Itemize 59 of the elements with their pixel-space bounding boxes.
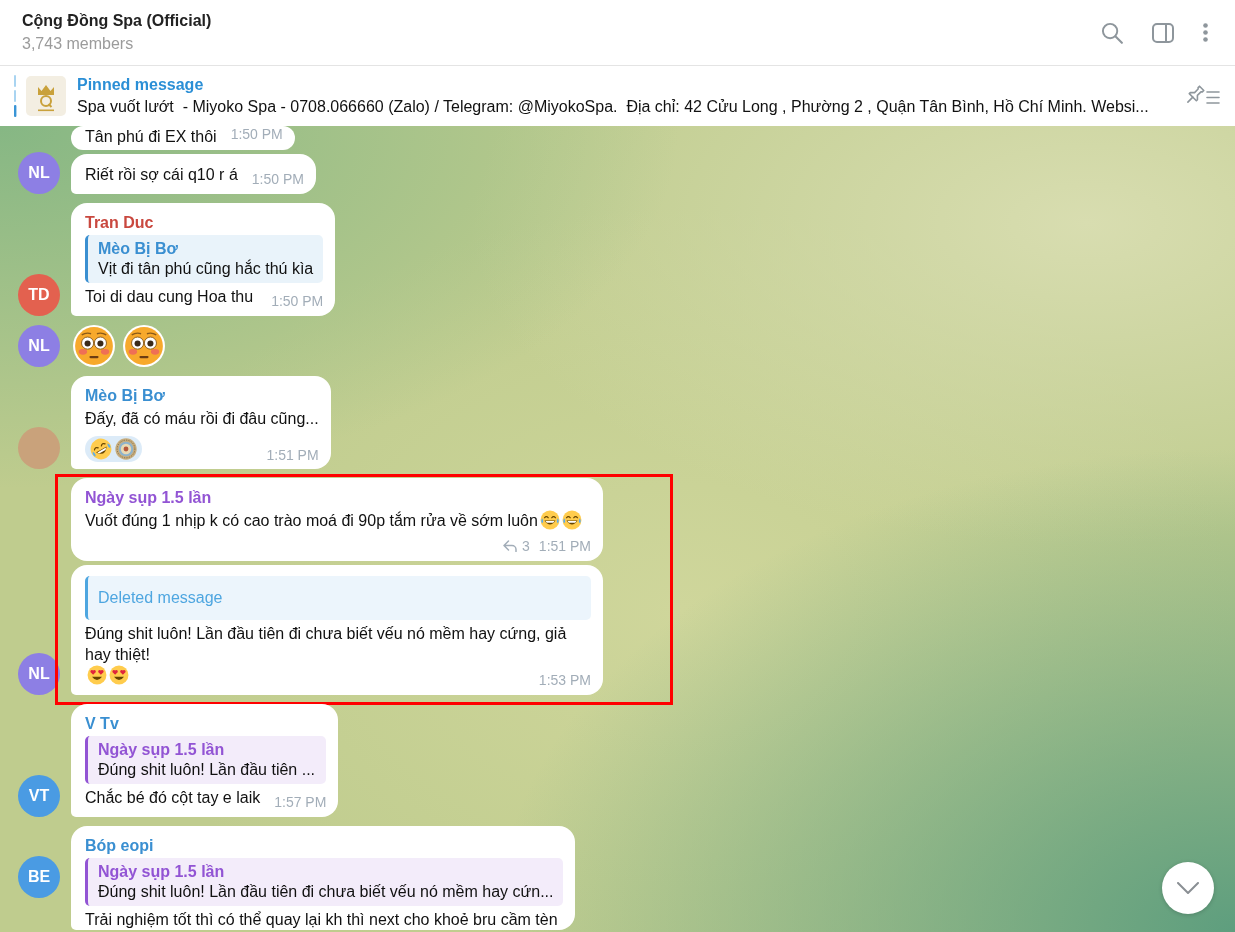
quote-author: Ngày sụp 1.5 lần (98, 740, 226, 760)
tears-of-joy-emoji-icon (539, 510, 560, 530)
message-text: Đấy, đã có máu rồi đi đâu cũng... (85, 409, 319, 429)
message-text: Tân phú đi EX thôi (85, 127, 217, 147)
message-time: 1:50 PM (251, 171, 304, 187)
laughing-face-icon (90, 438, 112, 460)
member-count: 3,743 members (22, 33, 135, 54)
reactions-pill[interactable] (85, 436, 142, 462)
quote-text: Đúng shit luôn! Lần đầu tiên ... (98, 760, 317, 780)
sender-name[interactable]: Tran Duc (85, 213, 324, 233)
sender-name[interactable]: Ngày sụp 1.5 lần (85, 488, 591, 508)
message-time: 1:51 PM (538, 538, 591, 554)
user-avatar[interactable]: NL (18, 152, 60, 194)
reply-quote[interactable]: Mèo Bị Bơ Vịt đi tân phú cũng hắc thú kìa (85, 235, 324, 283)
message-time: 1:51 PM (266, 447, 319, 463)
pinned-label: Pinned message (77, 75, 205, 95)
quote-text: Vịt đi tân phú cũng hắc thú kìa (98, 259, 314, 279)
sidebar-toggle-icon[interactable] (1152, 22, 1174, 43)
message-text: Chắc bé đó cột tay e laik (85, 787, 261, 808)
message-text: Riết rồi sợ cái q10 r á (85, 165, 238, 185)
quote-author: Mèo Bị Bơ (98, 239, 179, 259)
tears-of-joy-emoji-icon (561, 510, 582, 530)
message-time: 1:50 PM (271, 293, 324, 309)
user-avatar[interactable]: NL (18, 325, 60, 367)
message-text: Đúng shit luôn! Lần đầu tiên đi chưa biết vếu nó mềm hay cứng, giả hay thiệt! (85, 624, 568, 665)
sender-name[interactable]: Bóp eopi (85, 836, 564, 856)
round-medallion-icon (115, 438, 137, 460)
chevron-down-icon (1177, 882, 1199, 894)
message-time: 1:57 PM (274, 794, 327, 810)
quote-text: Đúng shit luôn! Lần đầu tiên đi chưa biết vếu nó mềm hay cứn... (98, 882, 554, 902)
flushed-face-icon (73, 325, 115, 367)
message-text: Vuốt đúng 1 nhịp k có cao trào moá đi 90p tắm rửa về sớm luôn (85, 510, 538, 531)
heart-eyes-emoji-icon (87, 665, 107, 685)
more-options-icon[interactable] (1203, 23, 1208, 42)
message-text: Trải nghiệm tốt thì có thể quay lại kh thì next cho khoẻ bru cầm tèn (85, 910, 558, 930)
heart-eyes-emoji-icon (109, 665, 129, 685)
pinned-indicator-icon (14, 75, 17, 117)
deleted-message-label: Deleted message (98, 588, 223, 608)
message-time: 1:53 PM (538, 672, 591, 688)
user-avatar[interactable]: TD (18, 274, 60, 316)
reply-arrow-icon (503, 540, 518, 552)
crown-logo-icon (26, 76, 66, 116)
pinned-message-text: Spa vuốt lướt - Miyoko Spa - 0708.066660 (Zalo) / Telegram: @MiyokoSpa. Địa chỉ: 42 Cửu Long , Phường 2 , Quận Tân Bình, Hồ Chí Minh. Websi... (77, 97, 1150, 117)
message-text: Toi di dau cung Hoa thu (85, 287, 254, 307)
user-avatar[interactable]: NL (18, 653, 60, 695)
search-icon[interactable] (1101, 21, 1123, 44)
scroll-down-button[interactable] (1162, 862, 1214, 914)
user-avatar[interactable]: BE (18, 856, 60, 898)
reply-count[interactable]: 3 (522, 538, 530, 554)
reply-quote[interactable]: Deleted message (85, 576, 591, 620)
sender-name[interactable]: Mèo Bị Bơ (85, 386, 319, 406)
chat-title: Cộng Đồng Spa (Official) (22, 10, 212, 31)
sender-name[interactable]: V Tv (85, 714, 327, 734)
reply-quote[interactable]: Ngày sụp 1.5 lần Đúng shit luôn! Lần đầu tiên đi chưa biết vếu nó mềm hay cứn... (85, 858, 564, 906)
user-avatar[interactable]: VT (18, 775, 60, 817)
flushed-face-icon (123, 325, 165, 367)
message-time: 1:50 PM (230, 126, 283, 142)
quote-author: Ngày sụp 1.5 lần (98, 862, 226, 882)
reply-quote[interactable]: Ngày sụp 1.5 lần Đúng shit luôn! Lần đầu tiên ... (85, 736, 327, 784)
